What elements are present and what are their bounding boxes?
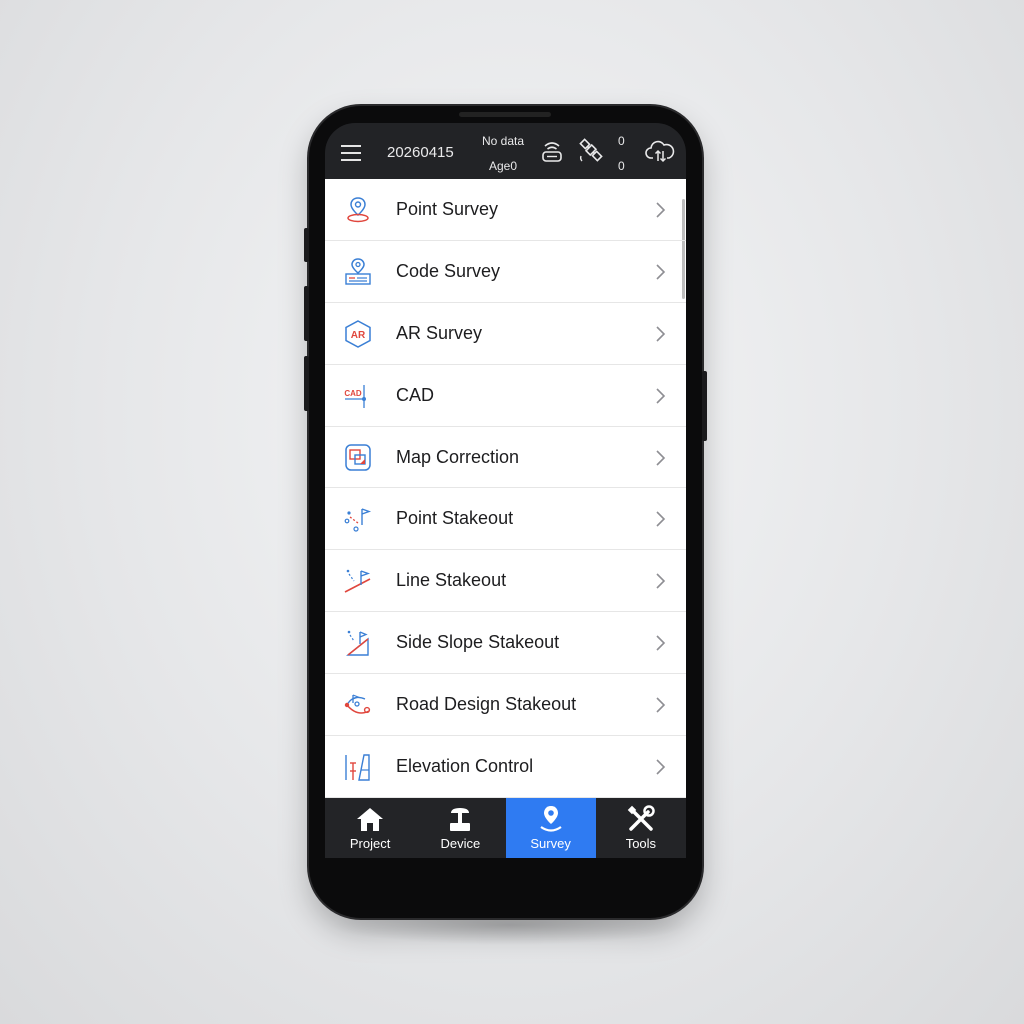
chevron-right-icon — [656, 264, 666, 280]
point-survey-icon — [347, 197, 369, 223]
tab-label: Survey — [530, 836, 571, 851]
tab-survey[interactable]: Survey — [505, 798, 596, 858]
chevron-right-icon — [656, 635, 666, 651]
code-survey-icon — [345, 258, 371, 285]
menu-item-side-slope-stakeout[interactable]: Side Slope Stakeout — [325, 612, 686, 675]
chevron-right-icon — [656, 202, 666, 218]
chevron-right-icon — [656, 697, 666, 713]
chevron-right-icon — [656, 759, 666, 775]
menu-item-code-survey[interactable]: Code Survey — [325, 241, 686, 303]
volume-down-button — [304, 356, 309, 411]
line-stakeout-icon — [344, 570, 371, 594]
menu-item-elevation-control[interactable]: Elevation Control — [325, 736, 686, 798]
menu-item-line-stakeout[interactable]: Line Stakeout — [325, 550, 686, 613]
chevron-right-icon — [656, 388, 666, 404]
menu-item-point-stakeout[interactable]: Point Stakeout — [325, 488, 686, 551]
app-screen: 20260415 No data Age0 0 0 Point Survey C… — [325, 123, 686, 861]
menu-item-label: Map Correction — [396, 446, 520, 467]
home-icon — [357, 808, 384, 831]
speaker-grille — [459, 112, 551, 117]
menu-item-label: CAD — [396, 384, 435, 405]
tab-label: Tools — [625, 836, 657, 851]
survey-pin-icon — [539, 806, 562, 832]
status-bar: 20260415 No data Age0 0 0 — [325, 123, 686, 179]
cloud-sync-icon[interactable] — [645, 137, 675, 165]
menu-item-point-survey[interactable]: Point Survey — [325, 179, 686, 241]
power-button — [702, 371, 707, 441]
survey-menu-list: Point Survey Code Survey AR AR Survey CA… — [325, 179, 686, 798]
chevron-right-icon — [656, 449, 666, 466]
menu-item-label: Point Stakeout — [396, 508, 514, 529]
point-stakeout-icon — [344, 508, 372, 533]
solution-status: No data — [481, 134, 525, 148]
tab-tools[interactable]: Tools — [596, 798, 686, 858]
menu-item-road-design-stakeout[interactable]: Road Design Stakeout — [325, 674, 686, 737]
phone-frame: 20260415 No data Age0 0 0 Point Survey C… — [304, 106, 707, 918]
road-design-stakeout-icon — [344, 694, 371, 714]
volume-up-button — [304, 286, 309, 341]
chevron-right-icon — [656, 573, 666, 589]
tab-label: Project — [349, 836, 391, 851]
age-label: Age0 — [488, 159, 518, 173]
mute-switch — [304, 228, 309, 262]
menu-item-label: Point Survey — [396, 199, 499, 219]
chevron-right-icon — [656, 326, 666, 342]
menu-item-label: AR Survey — [396, 322, 483, 343]
device-icon — [450, 808, 471, 831]
tools-icon — [627, 805, 655, 831]
tab-device[interactable]: Device — [415, 798, 505, 858]
menu-item-label: Road Design Stakeout — [396, 694, 577, 715]
elevation-control-icon — [345, 754, 370, 781]
svg-text:CAD: CAD — [344, 389, 362, 398]
tab-project[interactable]: Project — [325, 798, 415, 858]
satellite-count-top: 0 — [618, 134, 625, 148]
satellite-count-bottom: 0 — [618, 159, 625, 173]
menu-item-cad[interactable]: CAD CAD — [325, 365, 686, 427]
satellite-icon[interactable] — [577, 135, 605, 165]
tab-label: Device — [440, 836, 481, 851]
side-slope-stakeout-icon — [346, 630, 369, 656]
menu-item-ar-survey[interactable]: AR AR Survey — [325, 303, 686, 365]
project-name: 20260415 — [387, 144, 454, 161]
svg-text:AR: AR — [351, 330, 366, 341]
bottom-tab-bar: Project Device Survey Tools — [325, 798, 686, 858]
chevron-right-icon — [656, 511, 666, 528]
menu-item-label: Line Stakeout — [396, 570, 507, 591]
receiver-icon[interactable] — [538, 137, 566, 165]
cad-icon: CAD — [344, 384, 366, 408]
map-correction-icon — [345, 443, 371, 471]
menu-item-label: Elevation Control — [396, 756, 534, 777]
menu-icon[interactable] — [341, 145, 361, 161]
ar-survey-icon: AR — [345, 319, 371, 348]
menu-item-label: Code Survey — [396, 260, 501, 281]
menu-item-map-correction[interactable]: Map Correction — [325, 427, 686, 489]
menu-item-label: Side Slope Stakeout — [396, 632, 560, 653]
